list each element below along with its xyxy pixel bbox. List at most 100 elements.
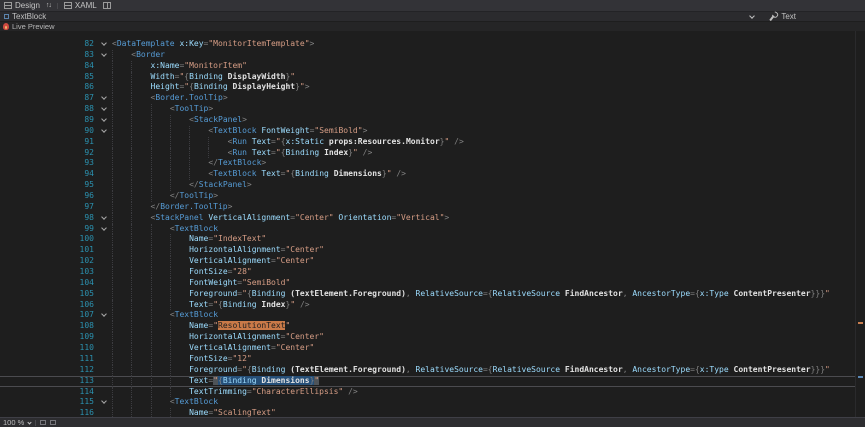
- code-line[interactable]: 101 HorizontalAlignment="Center": [0, 245, 865, 256]
- line-number[interactable]: 82: [0, 39, 96, 50]
- code-line[interactable]: 90 <TextBlock FontWeight="SemiBold">: [0, 126, 865, 137]
- code-line-text[interactable]: <Border.ToolTip>: [112, 93, 865, 104]
- code-line[interactable]: 86Height="{Binding DisplayHeight}">: [0, 82, 865, 93]
- code-line[interactable]: 103FontSize="28": [0, 267, 865, 278]
- code-line[interactable]: 98 <StackPanel VerticalAlignment="Center"…: [0, 213, 865, 224]
- zoom-level[interactable]: 100 %: [3, 418, 24, 427]
- code-line[interactable]: 95 </StackPanel>: [0, 180, 865, 191]
- code-line[interactable]: 114 TextTrimming="CharacterEllipsis" />: [0, 387, 865, 398]
- line-number[interactable]: 87: [0, 93, 96, 104]
- line-number[interactable]: 100: [0, 234, 96, 245]
- line-number[interactable]: 109: [0, 332, 96, 343]
- code-line-text[interactable]: <DataTemplate x:Key="MonitorItemTemplate…: [112, 39, 865, 50]
- tab-xaml[interactable]: XAML: [64, 1, 97, 10]
- line-number[interactable]: 90: [0, 126, 96, 137]
- line-number[interactable]: 106: [0, 300, 96, 311]
- line-number[interactable]: 83: [0, 50, 96, 61]
- code-line-text[interactable]: VerticalAlignment="Center": [112, 256, 865, 267]
- code-line[interactable]: 91<Run Text="{x:Static props:Resources.M…: [0, 137, 865, 148]
- line-number[interactable]: 98: [0, 213, 96, 224]
- code-line-text[interactable]: Text="{Binding Dimensions}": [112, 376, 865, 387]
- line-number[interactable]: 103: [0, 267, 96, 278]
- line-number[interactable]: 108: [0, 321, 96, 332]
- fold-chevron-icon[interactable]: [96, 104, 112, 115]
- code-editor[interactable]: 82 <DataTemplate x:Key="MonitorItemTempla…: [0, 31, 865, 417]
- code-line-text[interactable]: <ToolTip>: [112, 104, 865, 115]
- code-line-text[interactable]: <TextBlock FontWeight="SemiBold">: [112, 126, 865, 137]
- line-number[interactable]: 113: [0, 376, 96, 387]
- line-number[interactable]: 116: [0, 408, 96, 417]
- code-line-text[interactable]: Text="{Binding Index}" />: [112, 300, 865, 311]
- line-number[interactable]: 89: [0, 115, 96, 126]
- code-line[interactable]: 84x:Name="MonitorItem": [0, 61, 865, 72]
- code-line-text[interactable]: <Run Text="{x:Static props:Resources.Mon…: [112, 137, 865, 148]
- zoom-chevron-icon[interactable]: [28, 420, 32, 424]
- line-number[interactable]: 93: [0, 158, 96, 169]
- code-line-text[interactable]: </Border.ToolTip>: [112, 202, 865, 213]
- fold-chevron-icon[interactable]: [96, 93, 112, 104]
- code-line[interactable]: 96</ToolTip>: [0, 191, 865, 202]
- code-line[interactable]: 115 <TextBlock: [0, 397, 865, 408]
- grid-toggle-icon[interactable]: [40, 420, 46, 425]
- line-number[interactable]: 92: [0, 148, 96, 159]
- code-line-text[interactable]: <TextBlock Text="{Binding Dimensions}" /…: [112, 169, 865, 180]
- split-view-icon[interactable]: [103, 2, 111, 9]
- line-number[interactable]: 99: [0, 224, 96, 235]
- line-number[interactable]: 94: [0, 169, 96, 180]
- code-line-text[interactable]: <StackPanel VerticalAlignment="Center" O…: [112, 213, 865, 224]
- code-line-text[interactable]: HorizontalAlignment="Center": [112, 245, 865, 256]
- line-number[interactable]: 102: [0, 256, 96, 267]
- line-number[interactable]: 114: [0, 387, 96, 398]
- line-number[interactable]: 85: [0, 72, 96, 83]
- code-line-text[interactable]: x:Name="MonitorItem": [112, 61, 865, 72]
- code-line[interactable]: 112 Foreground="{Binding (TextElement.For…: [0, 365, 865, 376]
- code-line-text[interactable]: HorizontalAlignment="Center": [112, 332, 865, 343]
- code-line-text[interactable]: Name="ScalingText": [112, 408, 865, 417]
- code-line[interactable]: 113 Text="{Binding Dimensions}": [0, 376, 865, 387]
- code-line-text[interactable]: </StackPanel>: [112, 180, 865, 191]
- fold-chevron-icon[interactable]: [96, 397, 112, 408]
- code-line[interactable]: 108Name="ResolutionText": [0, 321, 865, 332]
- line-number[interactable]: 95: [0, 180, 96, 191]
- line-number[interactable]: 101: [0, 245, 96, 256]
- line-number[interactable]: 112: [0, 365, 96, 376]
- fold-chevron-icon[interactable]: [96, 50, 112, 61]
- code-line[interactable]: 87 <Border.ToolTip>: [0, 93, 865, 104]
- code-line[interactable]: 92<Run Text="{Binding Index}" />: [0, 148, 865, 159]
- code-line-text[interactable]: Foreground="{Binding (TextElement.Foregr…: [112, 289, 865, 300]
- code-line[interactable]: 85 Width="{Binding DisplayWidth}": [0, 72, 865, 83]
- code-line[interactable]: 111FontSize="12": [0, 354, 865, 365]
- tab-design[interactable]: Design: [4, 1, 40, 10]
- live-preview-label[interactable]: Live Preview: [12, 22, 55, 31]
- code-line-text[interactable]: <StackPanel>: [112, 115, 865, 126]
- fold-chevron-icon[interactable]: [96, 224, 112, 235]
- code-line-text[interactable]: <TextBlock: [112, 397, 865, 408]
- code-line[interactable]: 99<TextBlock: [0, 224, 865, 235]
- code-line[interactable]: 104 FontWeight="SemiBold": [0, 278, 865, 289]
- code-line-text[interactable]: TextTrimming="CharacterEllipsis" />: [112, 387, 865, 398]
- fold-chevron-icon[interactable]: [96, 126, 112, 137]
- line-number[interactable]: 115: [0, 397, 96, 408]
- code-line[interactable]: 105Foreground="{Binding (TextElement.For…: [0, 289, 865, 300]
- code-line[interactable]: 94 <TextBlock Text="{Binding Dimensions}"…: [0, 169, 865, 180]
- code-line[interactable]: 97</Border.ToolTip>: [0, 202, 865, 213]
- code-line-text[interactable]: Name="IndexText": [112, 234, 865, 245]
- code-line-text[interactable]: Foreground="{Binding (TextElement.Foregr…: [112, 365, 865, 376]
- code-line-text[interactable]: <TextBlock: [112, 310, 865, 321]
- fold-chevron-icon[interactable]: [96, 310, 112, 321]
- code-line[interactable]: 89 <StackPanel>: [0, 115, 865, 126]
- code-line-text[interactable]: VerticalAlignment="Center": [112, 343, 865, 354]
- code-line[interactable]: 110VerticalAlignment="Center": [0, 343, 865, 354]
- code-line[interactable]: 88<ToolTip>: [0, 104, 865, 115]
- fold-chevron-icon[interactable]: [96, 39, 112, 50]
- code-line[interactable]: 82 <DataTemplate x:Key="MonitorItemTempla…: [0, 39, 865, 50]
- snap-toggle-icon[interactable]: [50, 420, 56, 425]
- line-number[interactable]: 104: [0, 278, 96, 289]
- code-line-text[interactable]: FontWeight="SemiBold": [112, 278, 865, 289]
- code-line-text[interactable]: </TextBlock>: [112, 158, 865, 169]
- code-line-text[interactable]: Width="{Binding DisplayWidth}": [112, 72, 865, 83]
- code-line[interactable]: 102 VerticalAlignment="Center": [0, 256, 865, 267]
- breadcrumb-element[interactable]: TextBlock: [12, 12, 46, 21]
- line-number[interactable]: 96: [0, 191, 96, 202]
- code-line-text[interactable]: Height="{Binding DisplayHeight}">: [112, 82, 865, 93]
